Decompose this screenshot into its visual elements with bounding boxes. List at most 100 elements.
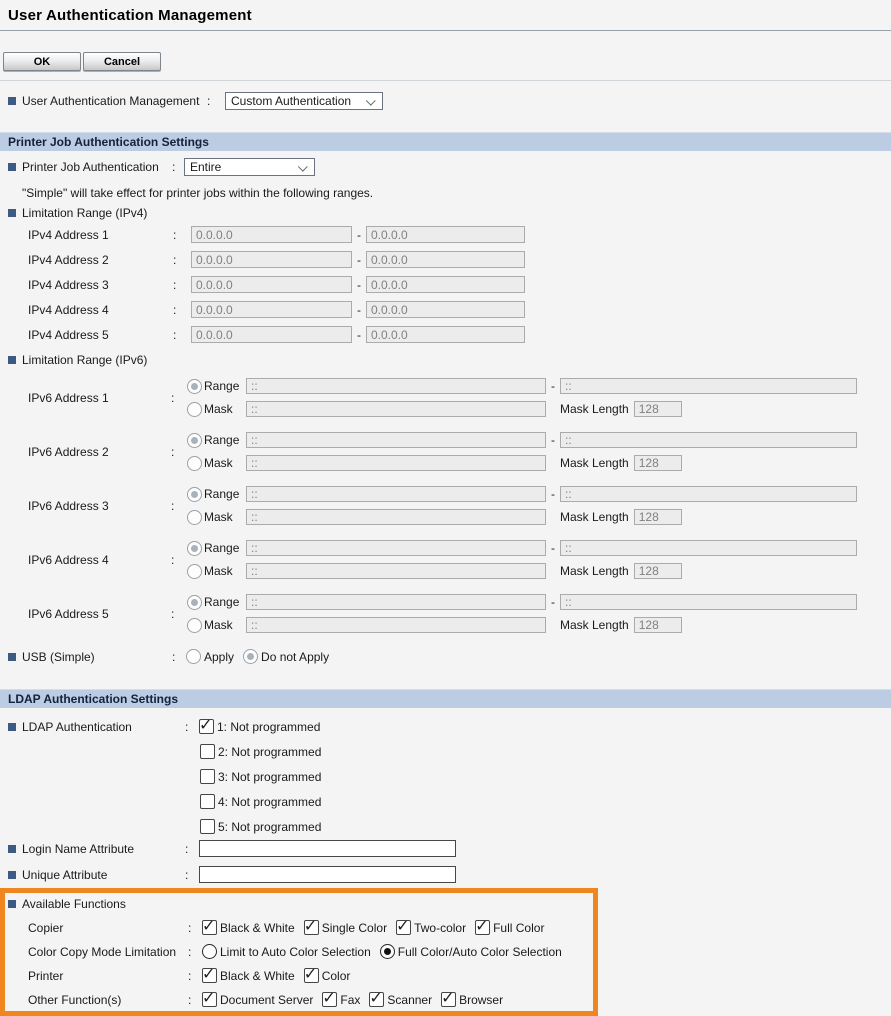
limit-to-auto-color-selection-radio[interactable] <box>202 944 217 959</box>
login-name-attribute-input[interactable] <box>199 840 456 857</box>
ipv6-address-3-range-to-input <box>560 486 857 502</box>
printer-color-checkbox[interactable] <box>304 968 319 983</box>
ipv4-address-4-label: IPv4 Address 4 <box>28 303 173 317</box>
printer-job-auth-select[interactable]: Entire <box>184 158 315 176</box>
ipv4-address-1-to-input <box>366 226 525 243</box>
login-name-attribute-row: Login Name Attribute <box>0 840 891 857</box>
mask-length-label: Mask Length <box>560 564 629 578</box>
ldap-auth-row: 4: Not programmed <box>200 794 891 809</box>
available-functions-highlight-box: Available Functions Copier Black & White… <box>0 888 598 1016</box>
ipv6-limitation-range-label: Limitation Range (IPv6) <box>22 353 147 367</box>
unique-attribute-label: Unique Attribute <box>22 868 185 882</box>
ipv4-address-1-row: IPv4 Address 1 <box>0 226 891 243</box>
ipv6-address-2-label: IPv6 Address 2 <box>28 445 171 459</box>
ipv4-address-5-row: IPv4 Address 5 <box>0 326 891 343</box>
usb-simple-row: USB (Simple) Apply Do not Apply <box>0 649 891 664</box>
printer-color-label: Color <box>322 969 351 983</box>
printer-job-auth-row: Printer Job Authentication Entire <box>0 158 891 176</box>
printer-functions-row: Printer Black & White Color <box>5 968 593 983</box>
ipv6-address-4-group: IPv6 Address 4 Range Mask Mask Length <box>0 540 891 579</box>
range-radio-label: Range <box>204 379 246 393</box>
copier-full-color-checkbox[interactable] <box>475 920 490 935</box>
ipv6-address-1-label: IPv6 Address 1 <box>28 391 171 405</box>
copier-row: Copier Black & White Single Color Two-co… <box>5 920 593 935</box>
ipv6-address-5-mask-length-input <box>634 617 682 633</box>
unique-attribute-input[interactable] <box>199 866 456 883</box>
ipv4-address-3-row: IPv4 Address 3 <box>0 276 891 293</box>
mask-radio-label: Mask <box>204 402 246 416</box>
ipv4-address-3-from-input <box>191 276 352 293</box>
ipv6-address-3-mask-radio <box>187 510 202 525</box>
ipv6-address-5-range-radio <box>187 595 202 610</box>
ldap-auth-2-checkbox[interactable] <box>200 744 215 759</box>
ipv4-address-1-label: IPv4 Address 1 <box>28 228 173 242</box>
cancel-button[interactable]: Cancel <box>83 52 161 71</box>
copier-black-white-checkbox[interactable] <box>202 920 217 935</box>
copier-single-color-checkbox[interactable] <box>304 920 319 935</box>
ldap-auth-row: 2: Not programmed <box>200 744 891 759</box>
ldap-auth-4-label: 4: Not programmed <box>218 795 321 809</box>
mask-length-label: Mask Length <box>560 510 629 524</box>
range-radio-label: Range <box>204 595 246 609</box>
ldap-auth-2-label: 2: Not programmed <box>218 745 321 759</box>
unique-attribute-row: Unique Attribute <box>0 866 891 883</box>
range-radio-label: Range <box>204 433 246 447</box>
copier-black-white-label: Black & White <box>220 921 295 935</box>
usb-apply-radio <box>186 649 201 664</box>
copier-two-color-checkbox[interactable] <box>396 920 411 935</box>
ldap-auth-5-checkbox[interactable] <box>200 819 215 834</box>
mask-length-label: Mask Length <box>560 618 629 632</box>
ipv6-address-1-mask-length-input <box>634 401 682 417</box>
other-document-server-checkbox[interactable] <box>202 992 217 1007</box>
color-copy-mode-limitation-label: Color Copy Mode Limitation <box>28 945 188 959</box>
ipv6-address-2-range-from-input <box>246 432 546 448</box>
ldap-auth-5-label: 5: Not programmed <box>218 820 321 834</box>
ldap-auth-3-checkbox[interactable] <box>200 769 215 784</box>
mask-radio-label: Mask <box>204 618 246 632</box>
mask-length-label: Mask Length <box>560 456 629 470</box>
toolbar: OK Cancel <box>3 52 891 71</box>
chevron-down-icon <box>366 95 376 105</box>
ipv6-address-4-mask-length-input <box>634 563 682 579</box>
ipv6-address-1-range-to-input <box>560 378 857 394</box>
toolbar-divider <box>0 80 891 81</box>
user-auth-management-select[interactable]: Custom Authentication <box>225 92 383 110</box>
ipv4-limitation-range-label: Limitation Range (IPv4) <box>22 206 147 220</box>
title-divider <box>0 30 891 31</box>
section-header-ldap-auth: LDAP Authentication Settings <box>0 689 891 708</box>
ipv6-address-4-range-from-input <box>246 540 546 556</box>
ldap-auth-3-label: 3: Not programmed <box>218 770 321 784</box>
other-browser-checkbox[interactable] <box>441 992 456 1007</box>
ldap-auth-row: LDAP Authentication 1: Not programmed <box>0 719 891 734</box>
ipv6-address-4-range-to-input <box>560 540 857 556</box>
ipv6-address-1-mask-radio <box>187 402 202 417</box>
ldap-auth-1-checkbox[interactable] <box>199 719 214 734</box>
bullet-icon <box>8 900 16 908</box>
ipv4-address-2-to-input <box>366 251 525 268</box>
available-functions-row: Available Functions <box>5 897 593 911</box>
ldap-auth-4-checkbox[interactable] <box>200 794 215 809</box>
bullet-icon <box>8 163 16 171</box>
ipv4-address-2-row: IPv4 Address 2 <box>0 251 891 268</box>
mask-radio-label: Mask <box>204 564 246 578</box>
ipv6-address-2-range-to-input <box>560 432 857 448</box>
other-scanner-checkbox[interactable] <box>369 992 384 1007</box>
full-color-auto-color-selection-radio[interactable] <box>380 944 395 959</box>
ipv6-address-4-range-radio <box>187 541 202 556</box>
other-functions-row: Other Function(s) Document Server Fax Sc… <box>5 992 593 1007</box>
ipv6-address-3-group: IPv6 Address 3 Range Mask Mask Length <box>0 486 891 525</box>
other-fax-checkbox[interactable] <box>322 992 337 1007</box>
ok-button[interactable]: OK <box>3 52 81 71</box>
ipv6-address-4-mask-radio <box>187 564 202 579</box>
bullet-icon <box>8 97 16 105</box>
ipv4-limitation-range-row: Limitation Range (IPv4) <box>0 206 891 220</box>
user-auth-management-value: Custom Authentication <box>231 94 351 108</box>
ipv6-address-3-mask-input <box>246 509 546 525</box>
ldap-auth-1-label: 1: Not programmed <box>217 720 320 734</box>
ipv6-address-2-range-radio <box>187 433 202 448</box>
ipv6-address-3-mask-length-input <box>634 509 682 525</box>
bullet-icon <box>8 356 16 364</box>
copier-two-color-label: Two-color <box>414 921 466 935</box>
printer-black-white-checkbox[interactable] <box>202 968 217 983</box>
ipv6-address-5-label: IPv6 Address 5 <box>28 607 171 621</box>
